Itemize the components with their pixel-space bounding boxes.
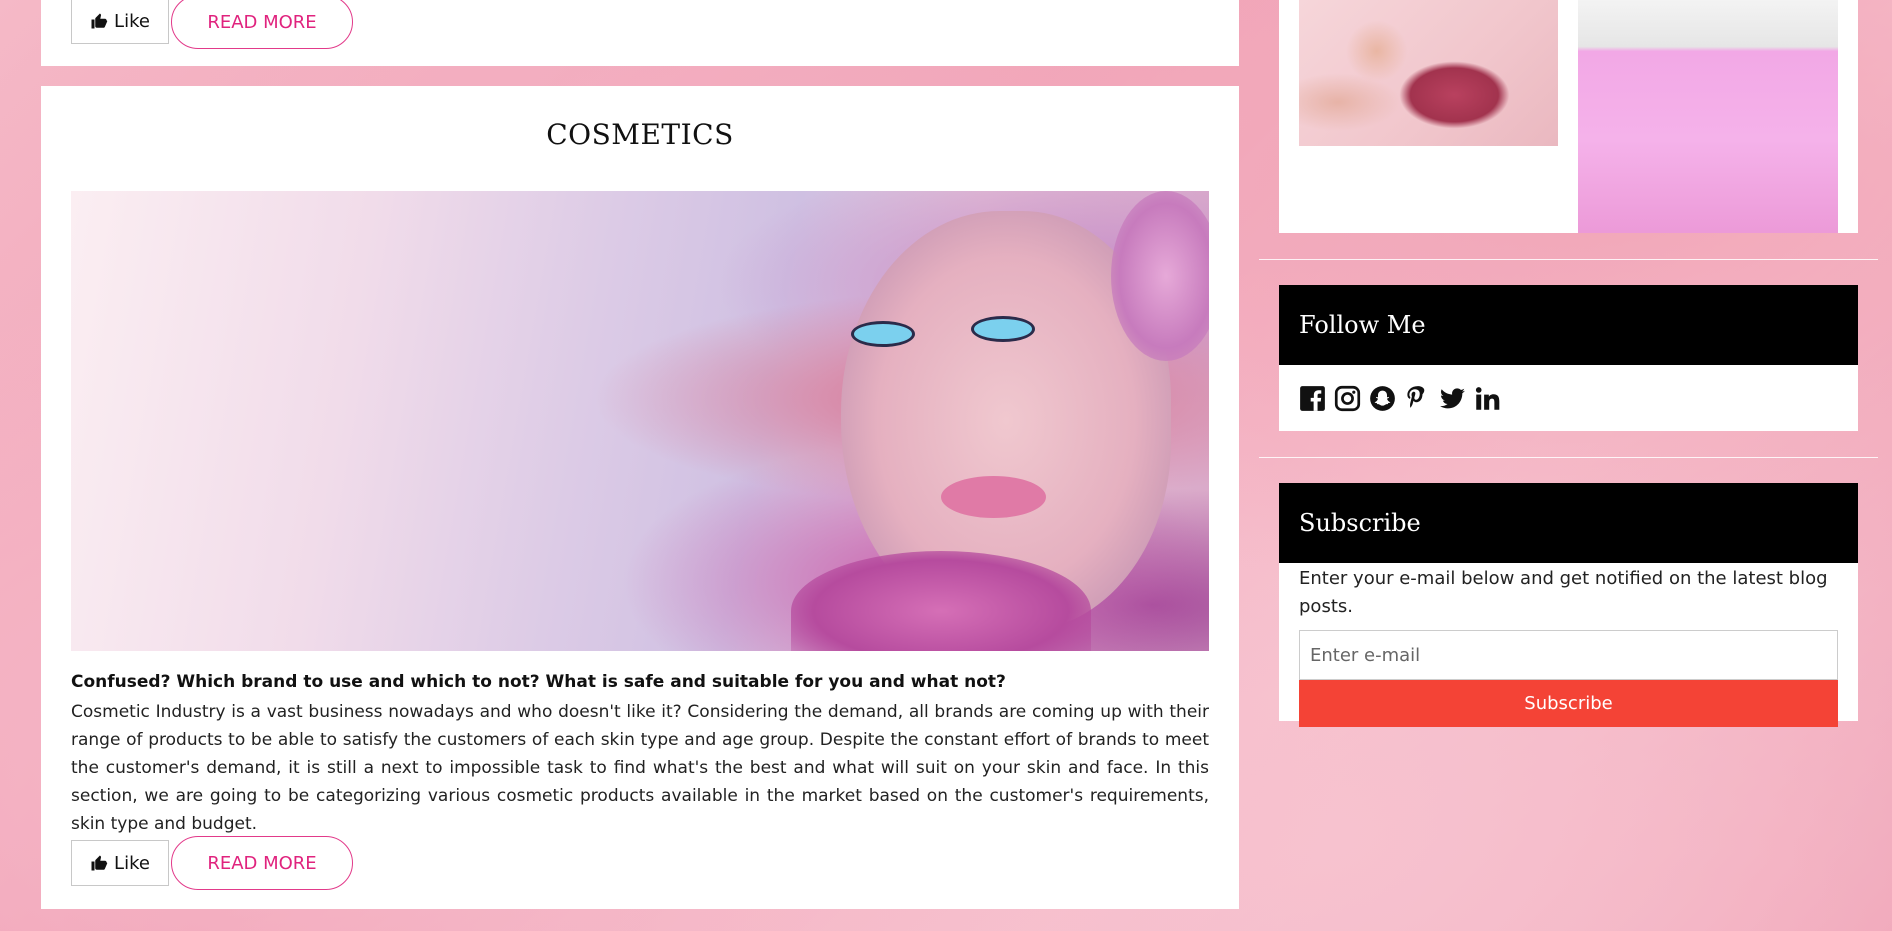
linkedin-icon[interactable] xyxy=(1474,385,1501,412)
gallery-widget xyxy=(1279,0,1858,233)
post-card: COSMETICS Confused? Which brand to use a… xyxy=(41,86,1239,909)
read-more-button[interactable]: READ MORE xyxy=(171,836,353,890)
follow-widget: Follow Me xyxy=(1279,285,1858,431)
thumbs-up-icon xyxy=(91,855,108,871)
subscribe-description: Enter your e-mail below and get notified… xyxy=(1299,568,1828,617)
gallery-image[interactable] xyxy=(1578,0,1838,233)
post-subtitle: Confused? Which brand to use and which t… xyxy=(71,672,1006,692)
widget-title: Subscribe xyxy=(1279,483,1858,563)
subscribe-button[interactable]: Subscribe xyxy=(1299,680,1838,727)
like-label: Like xyxy=(114,10,150,32)
gallery-image[interactable] xyxy=(1299,0,1558,146)
email-input[interactable] xyxy=(1299,630,1838,680)
twitter-icon[interactable] xyxy=(1439,385,1466,412)
post-title: COSMETICS xyxy=(546,118,734,151)
post-image xyxy=(71,191,1209,651)
lips-shape xyxy=(941,476,1046,518)
eye-shape xyxy=(851,321,915,347)
like-button[interactable]: Like xyxy=(71,840,169,886)
subscribe-widget: Subscribe Enter your e-mail below and ge… xyxy=(1279,483,1858,727)
widget-title: Follow Me xyxy=(1279,285,1858,365)
social-links xyxy=(1279,365,1858,412)
like-label: Like xyxy=(114,852,150,874)
thumbs-up-icon xyxy=(91,13,108,29)
divider xyxy=(1259,457,1878,458)
facebook-icon[interactable] xyxy=(1299,385,1326,412)
pinterest-icon[interactable] xyxy=(1404,385,1431,412)
divider xyxy=(1259,259,1878,260)
post-excerpt: Cosmetic Industry is a vast business now… xyxy=(71,702,1209,834)
previous-post-card: Like READ MORE xyxy=(41,0,1239,66)
eye-shape xyxy=(971,316,1035,342)
like-button[interactable]: Like xyxy=(71,0,169,44)
snapchat-icon[interactable] xyxy=(1369,385,1396,412)
instagram-icon[interactable] xyxy=(1334,385,1361,412)
read-more-button[interactable]: READ MORE xyxy=(171,0,353,49)
